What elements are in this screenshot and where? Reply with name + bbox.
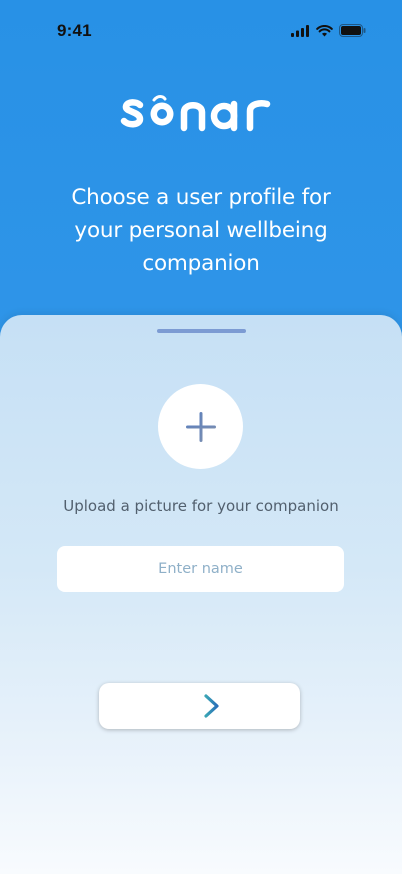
status-time: 9:41 bbox=[57, 21, 92, 40]
status-icons bbox=[291, 24, 366, 37]
sheet-grabber[interactable] bbox=[157, 329, 246, 333]
page-title: Choose a user profile for your personal … bbox=[71, 185, 331, 276]
upload-caption: Upload a picture for your companion bbox=[63, 497, 339, 515]
next-button[interactable] bbox=[99, 683, 300, 729]
upload-picture-button[interactable] bbox=[158, 384, 243, 469]
bottom-sheet: Upload a picture for your companion bbox=[0, 315, 402, 874]
arrow-right-icon bbox=[178, 694, 219, 718]
plus-icon bbox=[185, 411, 216, 442]
battery-icon bbox=[339, 24, 366, 37]
profile-setup-screen: 9:41 Choose a user profile for your pers… bbox=[0, 0, 402, 874]
status-bar: 9:41 bbox=[0, 0, 402, 60]
wifi-icon bbox=[316, 24, 333, 36]
name-input[interactable] bbox=[57, 546, 344, 592]
sonar-wordmark bbox=[120, 95, 271, 132]
sonar-logo bbox=[0, 84, 402, 146]
cellular-signal-icon bbox=[291, 24, 309, 37]
